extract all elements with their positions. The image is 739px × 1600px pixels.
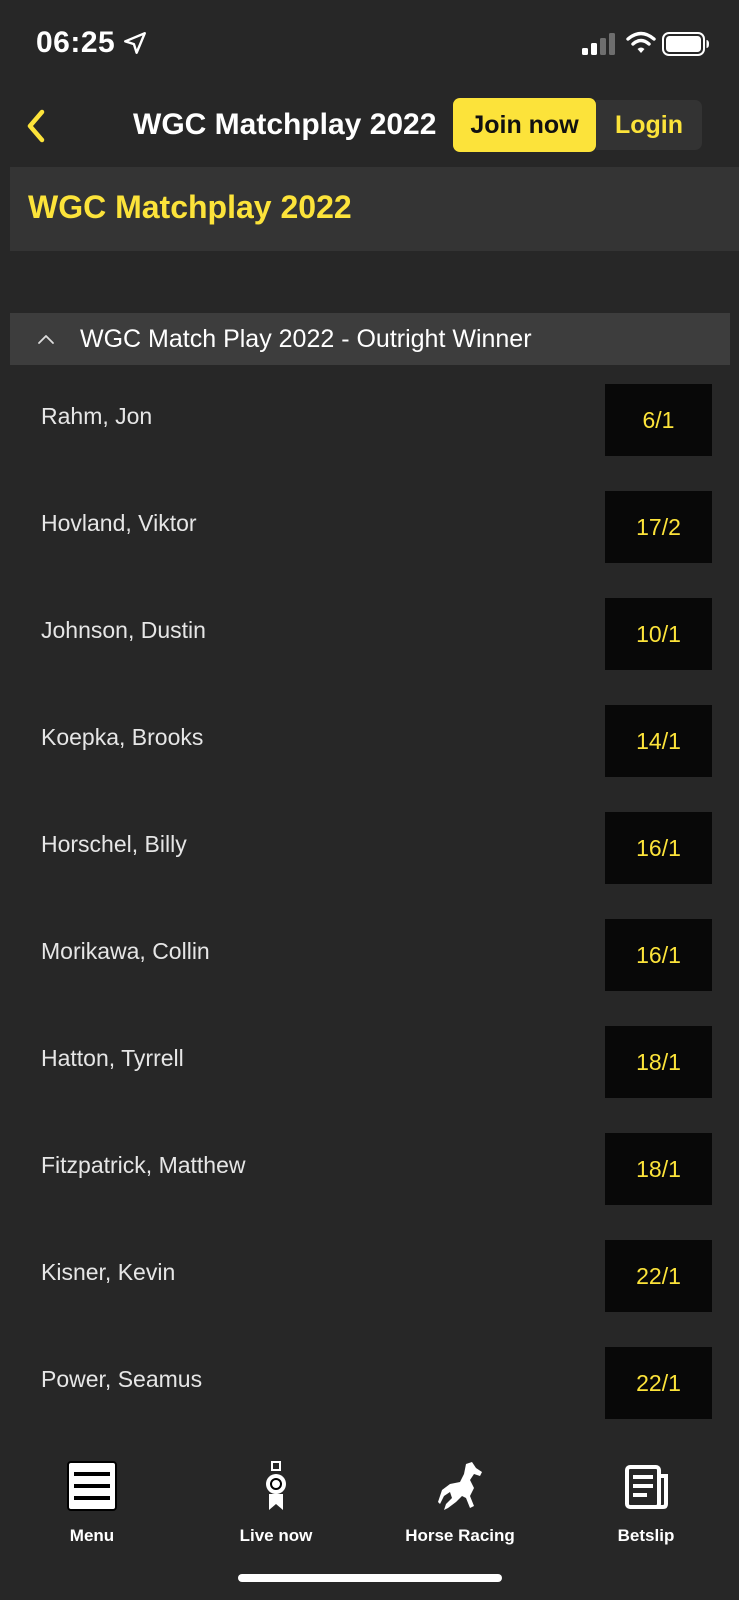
nav-item-horse-racing[interactable]: Horse Racing [390,1450,530,1545]
runner-name: Fitzpatrick, Matthew [41,1152,246,1178]
odds-button[interactable]: 16/1 [605,812,712,884]
runner-name: Horschel, Billy [41,831,187,857]
runner-name: Power, Seamus [41,1366,203,1392]
page-title-banner: WGC Matchplay 2022 [10,167,739,251]
menu-icon [67,1461,117,1511]
odds-button[interactable]: 14/1 [605,705,712,777]
betslip-icon [625,1465,668,1509]
runner-name: Hovland, Viktor [41,510,197,536]
list-item: Kisner, Kevin 22/1 [0,1236,739,1343]
odds-button[interactable]: 18/1 [605,1133,712,1205]
runner-name: Koepka, Brooks [41,724,204,750]
odds-button[interactable]: 16/1 [605,919,712,991]
nav-item-betslip[interactable]: Betslip [596,1450,696,1545]
runner-name: Morikawa, Collin [41,938,210,964]
battery-icon [662,32,709,56]
odds-button[interactable]: 10/1 [605,598,712,670]
join-now-button[interactable]: Join now [453,98,596,152]
status-time: 06:25 [36,26,116,59]
app-header: WGC Matchplay 2022 Join now Login [0,90,739,164]
header-title: WGC Matchplay 2022 [133,108,437,141]
odds-button[interactable]: 22/1 [605,1347,712,1419]
wifi-icon [626,31,656,53]
nav-label: Horse Racing [405,1526,515,1545]
home-indicator[interactable] [238,1574,502,1582]
chevron-up-icon [38,335,54,344]
market-title: WGC Match Play 2022 - Outright Winner [80,325,532,353]
horse-icon [438,1462,482,1510]
nav-item-live-now[interactable]: Live now [216,1450,336,1545]
chevron-left-icon[interactable] [22,106,52,146]
list-item: Koepka, Brooks 14/1 [0,701,739,808]
list-item: Hatton, Tyrrell 18/1 [0,1022,739,1129]
list-item: Power, Seamus 22/1 [0,1343,739,1450]
odds-button[interactable]: 18/1 [605,1026,712,1098]
runner-name: Rahm, Jon [41,403,153,429]
list-item: Fitzpatrick, Matthew 18/1 [0,1129,739,1236]
stopwatch-icon [266,1461,286,1510]
nav-label: Live now [239,1526,313,1545]
nav-item-menu[interactable]: Menu [42,1450,142,1545]
login-button[interactable]: Login [596,100,702,150]
list-item: Johnson, Dustin 10/1 [0,594,739,701]
page-title: WGC Matchplay 2022 [28,189,352,225]
status-bar: 06:25 [0,0,739,90]
runner-name: Johnson, Dustin [41,617,206,643]
runner-name: Hatton, Tyrrell [41,1045,184,1071]
signal-icon [582,33,615,55]
list-item: Rahm, Jon 6/1 [0,380,739,487]
list-item: Morikawa, Collin 16/1 [0,915,739,1022]
odds-button[interactable]: 17/2 [605,491,712,563]
nav-label: Menu [69,1526,115,1545]
list-item: Horschel, Billy 16/1 [0,808,739,915]
runner-name: Kisner, Kevin [41,1259,176,1285]
nav-label: Betslip [617,1526,675,1545]
odds-button[interactable]: 6/1 [605,384,712,456]
location-arrow-icon [124,32,146,54]
market-header[interactable]: WGC Match Play 2022 - Outright Winner [10,313,730,365]
odds-button[interactable]: 22/1 [605,1240,712,1312]
screen: 06:25 WGC Matchplay 2022 Join now Login [0,0,739,1600]
list-item: Hovland, Viktor 17/2 [0,487,739,594]
